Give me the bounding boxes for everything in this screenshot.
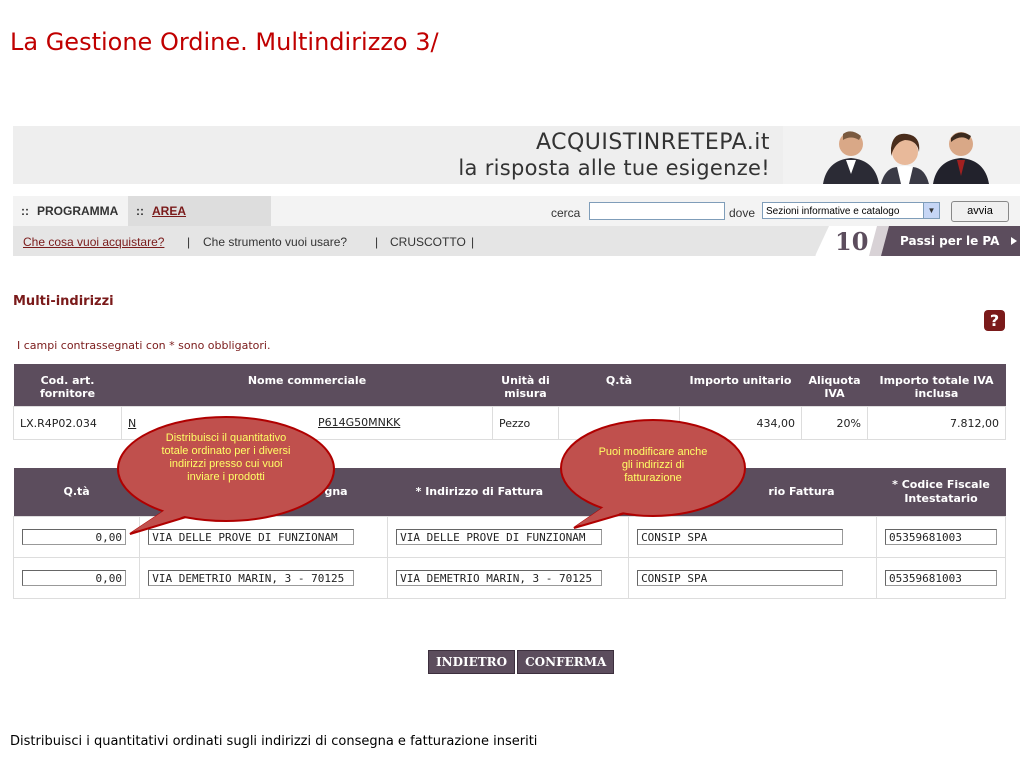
col-cod-art: Cod. art. fornitore <box>13 364 122 407</box>
cell-cod: LX.R4P02.034 <box>13 406 122 440</box>
banner-people-image <box>783 126 1020 184</box>
qta-input[interactable]: 0,00 <box>22 570 126 586</box>
tab-area-personale[interactable]: ::AREA PERSONALE <box>128 196 271 248</box>
brand-slogan: la risposta alle tue esigenze! <box>458 156 770 180</box>
qta-input[interactable]: 0,00 <box>22 529 126 545</box>
help-icon[interactable]: ? <box>984 310 1005 331</box>
separator: | <box>471 235 475 249</box>
col-unita-misura: Unità di misura <box>492 364 559 407</box>
dove-select-value: Sezioni informative e catalogo <box>766 206 900 217</box>
tab-programma-label: PROGRAMMA <box>37 204 119 218</box>
col-qta: Q.tà <box>558 364 680 407</box>
callout-left-text: Distribuisci il quantitativo totale ordi… <box>161 432 291 483</box>
site-banner: ACQUISTINRETEPA.it la risposta alle tue … <box>13 126 1020 184</box>
col-nome-commerciale: Nome commerciale <box>121 364 493 407</box>
table-row: 0,00 VIA DEMETRIO MARIN, 3 - 70125 VIA D… <box>12 557 1006 599</box>
indirizzo-fatturazione-input[interactable]: VIA DELLE PROVE DI FUNZIONAM <box>396 529 603 545</box>
cell-aliquota: 20% <box>801 406 868 440</box>
indirizzo-consegna-input[interactable]: VIA DEMETRIO MARIN, 3 - 70125 <box>148 570 355 586</box>
chevron-down-icon[interactable]: ▼ <box>923 203 939 218</box>
codice-fiscale-input[interactable]: 05359681003 <box>885 529 997 545</box>
dieci-passi-text: Passi per le PA <box>900 234 1000 248</box>
required-note: I campi contrassegnati con * sono obblig… <box>17 339 271 352</box>
intestatario-input[interactable]: CONSIP SPA <box>637 570 844 586</box>
search-input[interactable] <box>589 202 725 220</box>
col-aliquota-iva: Aliquota IVA <box>801 364 868 407</box>
callout-left: Distribuisci il quantitativo totale ordi… <box>116 414 338 536</box>
separator: | <box>375 235 379 249</box>
callout-right: Puoi modificare anche gli indirizzi di f… <box>558 418 748 530</box>
brand-name: ACQUISTINRETEPA.it <box>535 130 770 155</box>
codice-fiscale-input[interactable]: 05359681003 <box>885 570 997 586</box>
search-label: cerca <box>551 206 581 220</box>
intestatario-input[interactable]: CONSIP SPA <box>637 529 844 545</box>
separator: | <box>187 235 191 249</box>
link-cosa-acquistare[interactable]: Che cosa vuoi acquistare? <box>23 235 164 249</box>
cell-unita: Pezzo <box>492 406 559 440</box>
bullet-icon: :: <box>21 204 29 218</box>
cell-totale: 7.812,00 <box>867 406 1006 440</box>
slide-title: La Gestione Ordine. Multindirizzo 3/ <box>10 28 439 56</box>
callout-right-text: Puoi modificare anche gli indirizzi di f… <box>598 446 708 484</box>
link-strumento[interactable]: Che strumento vuoi usare? <box>203 235 347 249</box>
dieci-passi-number: 10 <box>835 227 869 256</box>
link-cruscotto[interactable]: CRUSCOTTO <box>390 235 466 249</box>
action-buttons: INDIETRO CONFERMA <box>428 650 616 674</box>
sub-nav: Che cosa vuoi acquistare? | Che strument… <box>13 226 1020 256</box>
col-importo-unitario: Importo unitario <box>679 364 802 407</box>
dieci-passi-banner[interactable]: 10 Passi per le PA <box>815 226 1020 256</box>
confirm-button[interactable]: CONFERMA <box>517 650 615 674</box>
dove-label: dove <box>729 206 756 220</box>
main-nav: ::PROGRAMMA ::AREA PERSONALE cerca dove … <box>13 196 1020 248</box>
tab-programma[interactable]: :: PROGRAMMA <box>13 196 128 226</box>
slide-caption: Distribuisci i quantitativi ordinati sug… <box>10 734 538 749</box>
dove-select[interactable]: Sezioni informative e catalogo ▼ <box>762 202 940 219</box>
product-table-header: Cod. art. fornitore Nome commerciale Uni… <box>13 364 1006 407</box>
indirizzo-fatturazione-input[interactable]: VIA DEMETRIO MARIN, 3 - 70125 <box>396 570 603 586</box>
col-codice-fiscale: * Codice Fiscale Intestatario <box>876 468 1006 517</box>
col-importo-totale: Importo totale IVA inclusa <box>867 364 1006 407</box>
back-button[interactable]: INDIETRO <box>428 650 516 674</box>
bullet-icon: :: <box>136 204 144 218</box>
avvia-button[interactable]: avvia <box>951 201 1009 222</box>
site-frame: ACQUISTINRETEPA.it la risposta alle tue … <box>13 126 1020 256</box>
section-title: Multi-indirizzi <box>13 294 114 309</box>
